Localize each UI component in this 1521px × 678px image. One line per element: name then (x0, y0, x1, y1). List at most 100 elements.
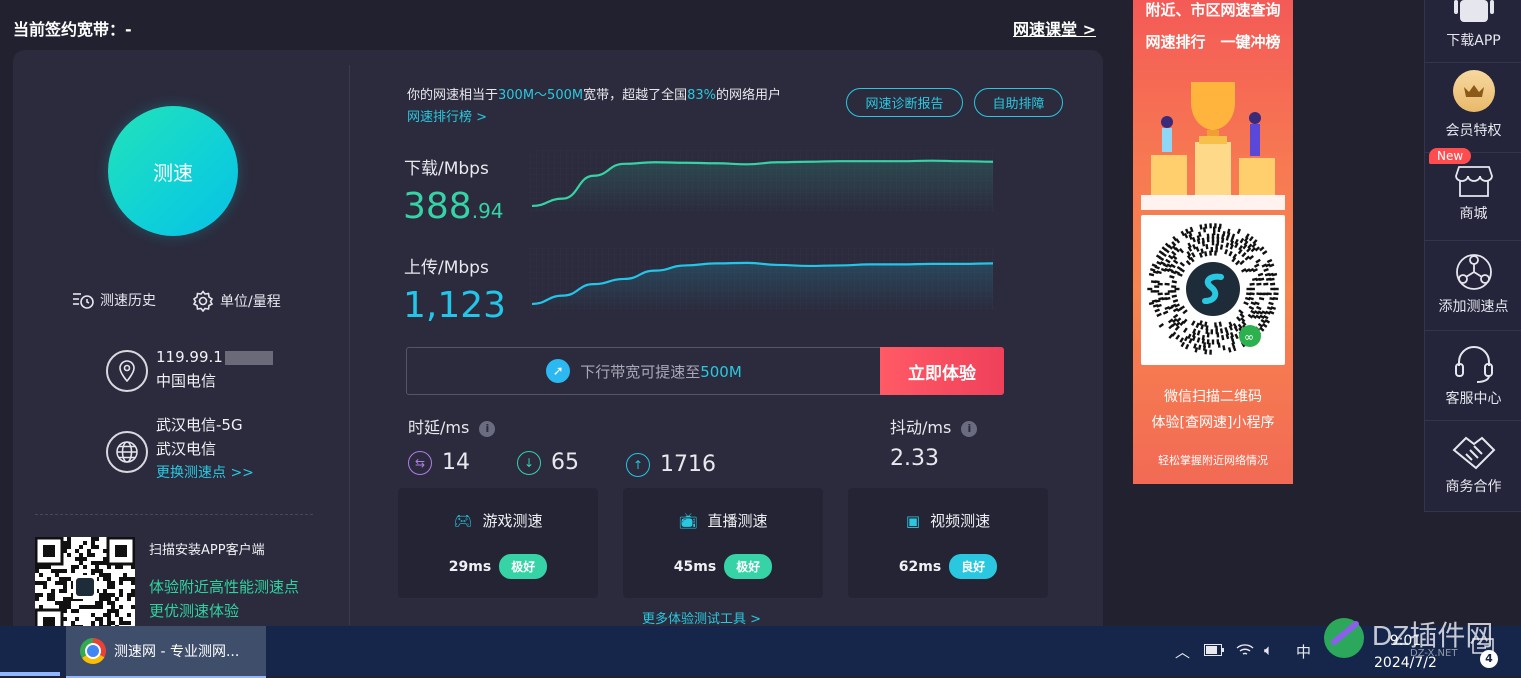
change-node-link[interactable]: 更换测速点 >> (156, 461, 254, 485)
diagnosis-report-button[interactable]: 网速诊断报告 (846, 88, 963, 117)
latency-label: 时延/ms (408, 418, 470, 437)
video-icon: ▣ (905, 512, 921, 530)
handshake-icon (1452, 436, 1495, 470)
ime-indicator[interactable]: 中 (1296, 641, 1311, 662)
card-title: 游戏测速 (482, 512, 543, 530)
upload-chart (530, 248, 995, 310)
isp-name: 中国电信 (156, 372, 217, 390)
volume-icon[interactable]: 🔈︎ (1264, 641, 1273, 659)
panel-divider (349, 65, 350, 625)
game-test-card[interactable]: 🎮︎ 游戏测速 29ms 极好 (398, 488, 598, 598)
info-icon[interactable]: i (479, 420, 496, 437)
svg-text:∞: ∞ (1244, 330, 1254, 344)
history-button[interactable]: 测速历史 (72, 290, 156, 310)
speed-rank-link[interactable]: 网速排行榜 > (407, 106, 487, 125)
summary-mid: 宽带，超越了全国 (583, 88, 688, 103)
upgrade-banner: ➚ 下行带宽可提速至500M (406, 347, 882, 395)
summary-range: 300M～500M (498, 88, 584, 103)
taskbar-indicator (0, 672, 60, 676)
store-icon (1454, 166, 1493, 197)
download-int: 388 (403, 186, 472, 227)
taskbar: 测速网 - 专业测网... ︿ 🔈︎ 中 9:01 2024/7/2 4 (0, 626, 1521, 678)
member-button[interactable]: 会员特权 (1425, 70, 1521, 140)
promo-text: 下行带宽可提速至 (580, 362, 701, 381)
crown-icon (1452, 70, 1495, 112)
business-label: 商务合作 (1445, 479, 1502, 495)
grade-badge: 极好 (724, 554, 773, 579)
try-now-button[interactable]: 立即体验 (880, 347, 1004, 395)
download-app-label: 下载APP (1446, 33, 1501, 49)
gamepad-icon: 🎮︎ (453, 512, 473, 530)
summary-percent: 83% (687, 88, 716, 103)
card-latency: 45ms (673, 558, 717, 575)
summary-suffix: 的网络用户 (716, 88, 782, 103)
ad-banner[interactable]: 附近、市区网速查询 网速排行 一键冲榜 ∞ 微信扫描二维码 体验[查网速]小程序… (1133, 0, 1293, 484)
sidebar-divider (1425, 240, 1521, 241)
add-node-label: 添加测速点 (1438, 299, 1509, 315)
network-node-icon (1455, 254, 1492, 290)
ad-line-1: 附近、市区网速查询 (1145, 1, 1281, 19)
new-badge: New (1429, 148, 1472, 164)
divider (35, 514, 313, 515)
ad-bottom-3: 轻松掌握附近网络情况 (1158, 454, 1268, 467)
shop-label: 商城 (1459, 206, 1488, 222)
more-tools-link[interactable]: 更多体验测试工具 > (642, 608, 761, 627)
grade-badge: 极好 (499, 554, 548, 579)
start-test-button[interactable]: 测速 (108, 106, 238, 236)
download-chart (530, 150, 995, 212)
info-icon[interactable]: i (961, 420, 978, 437)
ping-icon: ⇆ (408, 450, 432, 475)
download-value: 388.94 (403, 186, 504, 227)
video-test-card[interactable]: ▣ 视频测速 62ms 良好 (848, 488, 1048, 598)
summary-prefix: 你的网速相当于 (407, 88, 499, 103)
speed-class-link[interactable]: 网速课堂 > (1013, 16, 1096, 40)
history-icon (73, 293, 94, 309)
ad-bottom-2: 体验[查网速]小程序 (1151, 415, 1275, 431)
plan-label: 当前签约宽带：- (13, 20, 132, 39)
add-node-button[interactable]: 添加测速点 (1425, 252, 1521, 316)
upload-latency-icon: ↑ (626, 452, 650, 477)
customer-service-label: 客服中心 (1445, 391, 1502, 407)
member-label: 会员特权 (1445, 123, 1502, 139)
tv-icon: 📺︎ (678, 512, 698, 530)
watermark-logo-icon (1324, 618, 1364, 658)
ip-address: 119.99.1 (156, 348, 223, 366)
app-qr-code (34, 536, 136, 638)
download-app-button[interactable]: 下载APP (1425, 0, 1521, 50)
download-label: 下载/Mbps (404, 159, 489, 179)
taskbar-app-title: 测速网 - 专业测网... (114, 644, 240, 660)
customer-service-button[interactable]: 客服中心 (1425, 342, 1521, 408)
card-latency: 29ms (448, 558, 492, 575)
speed-summary: 你的网速相当于300M～500M宽带，超越了全国83%的网络用户 (407, 84, 781, 103)
history-label: 测速历史 (100, 293, 156, 309)
ping-value: 14 (442, 450, 470, 475)
gear-icon (192, 290, 214, 312)
battery-icon[interactable] (1204, 644, 1224, 656)
business-button[interactable]: 商务合作 (1425, 432, 1521, 496)
watermark-sub: DZ-X.NET (1410, 648, 1458, 659)
wifi-icon[interactable] (1236, 642, 1254, 658)
sidebar-divider (1425, 420, 1521, 421)
chrome-icon (80, 638, 106, 664)
promo-highlight: 500M (700, 362, 742, 381)
chevron-up-icon[interactable]: ︿ (1175, 641, 1190, 662)
site-watermark: DZ插件网 DZ-X.NET (1320, 610, 1520, 666)
rocket-icon: ➚ (546, 359, 571, 383)
unit-button[interactable]: 单位/量程 (192, 290, 281, 312)
ad-qr-code: ∞ (1141, 215, 1285, 365)
unit-label: 单位/量程 (220, 294, 281, 310)
taskbar-browser-app[interactable]: 测速网 - 专业测网... (66, 626, 266, 678)
sidebar-divider (1425, 511, 1521, 512)
headset-icon (1454, 346, 1493, 383)
card-title: 视频测速 (930, 512, 991, 530)
troubleshoot-button[interactable]: 自助排障 (974, 88, 1063, 117)
location-icon (106, 350, 148, 392)
ad-line-2: 网速排行 一键冲榜 (1145, 33, 1281, 51)
trophy-illustration (1141, 82, 1285, 210)
grade-badge: 良好 (949, 554, 998, 579)
shop-button[interactable]: 商城 (1425, 163, 1521, 223)
node-isp: 武汉电信 (156, 440, 217, 458)
live-test-card[interactable]: 📺︎ 直播测速 45ms 极好 (623, 488, 823, 598)
ad-bottom-1: 微信扫描二维码 (1164, 389, 1262, 405)
app-benefit-2: 更优测速体验 (149, 602, 240, 620)
